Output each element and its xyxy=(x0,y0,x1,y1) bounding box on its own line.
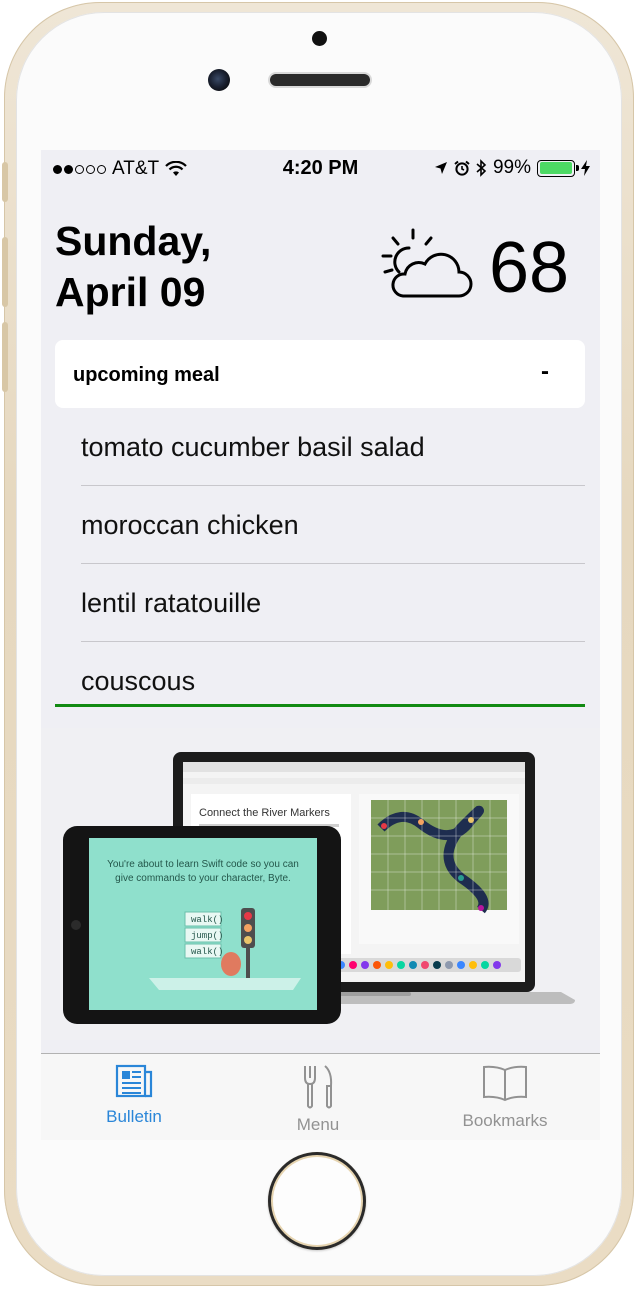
newspaper-icon xyxy=(115,1064,153,1098)
laptop-heading: Connect the River Markers xyxy=(199,807,330,819)
date-heading: Sunday, April 09 xyxy=(55,216,211,318)
tab-bookmarks[interactable]: Bookmarks xyxy=(440,1064,570,1131)
tablet-text: You're about to learn Swift code so you … xyxy=(107,859,299,884)
front-camera xyxy=(208,69,230,91)
mute-switch xyxy=(2,162,8,202)
tab-label: Bookmarks xyxy=(462,1111,548,1130)
status-bar: AT&T 4:20 PM 99% xyxy=(41,150,600,188)
upcoming-meal-header[interactable]: upcoming meal - xyxy=(55,340,585,408)
bluetooth-icon xyxy=(476,159,487,177)
battery-level xyxy=(539,162,573,174)
earpiece-speaker xyxy=(270,74,370,86)
tab-label: Menu xyxy=(296,1115,340,1134)
list-item[interactable]: moroccan chicken xyxy=(81,486,585,564)
alarm-icon xyxy=(454,160,470,176)
app-screen: AT&T 4:20 PM 99% Sunday, April 09 68 upc… xyxy=(41,150,600,1140)
list-item[interactable]: lentil ratatouille xyxy=(81,564,585,642)
code-line: walk() xyxy=(191,915,223,925)
date-day: April 09 xyxy=(55,269,206,315)
meal-list: tomato cucumber basil salad moroccan chi… xyxy=(81,408,585,720)
location-arrow-icon xyxy=(434,162,447,174)
promo-illustration: Connect the River Markers You're about t… xyxy=(63,752,575,1024)
temperature: 68 xyxy=(489,228,570,308)
fork-knife-icon xyxy=(304,1065,333,1109)
date-weekday: Sunday, xyxy=(55,218,212,264)
volume-up-button xyxy=(2,237,8,307)
tab-menu[interactable]: Menu xyxy=(253,1064,383,1135)
volume-down-button xyxy=(2,322,8,392)
list-item[interactable]: tomato cucumber basil salad xyxy=(81,408,585,486)
tab-bar: Bulletin Menu Bookmarks xyxy=(41,1053,600,1140)
tab-label: Bulletin xyxy=(106,1107,162,1126)
battery-percent: 99% xyxy=(492,157,531,178)
upcoming-meal-title: upcoming meal xyxy=(73,364,220,386)
list-item[interactable]: couscous xyxy=(81,642,585,720)
partly-cloudy-icon xyxy=(381,228,473,298)
section-divider xyxy=(55,704,585,707)
code-line: walk() xyxy=(191,947,223,957)
promo-banner[interactable]: Connect the River Markers You're about t… xyxy=(41,728,600,1040)
collapse-toggle[interactable]: - xyxy=(541,358,549,386)
proximity-sensor xyxy=(312,31,327,46)
book-icon xyxy=(483,1065,527,1102)
tab-bulletin[interactable]: Bulletin xyxy=(69,1064,199,1127)
code-line: jump() xyxy=(191,931,223,941)
charging-bolt-icon xyxy=(581,160,590,176)
home-button[interactable] xyxy=(268,1152,366,1250)
battery-icon xyxy=(537,159,579,177)
